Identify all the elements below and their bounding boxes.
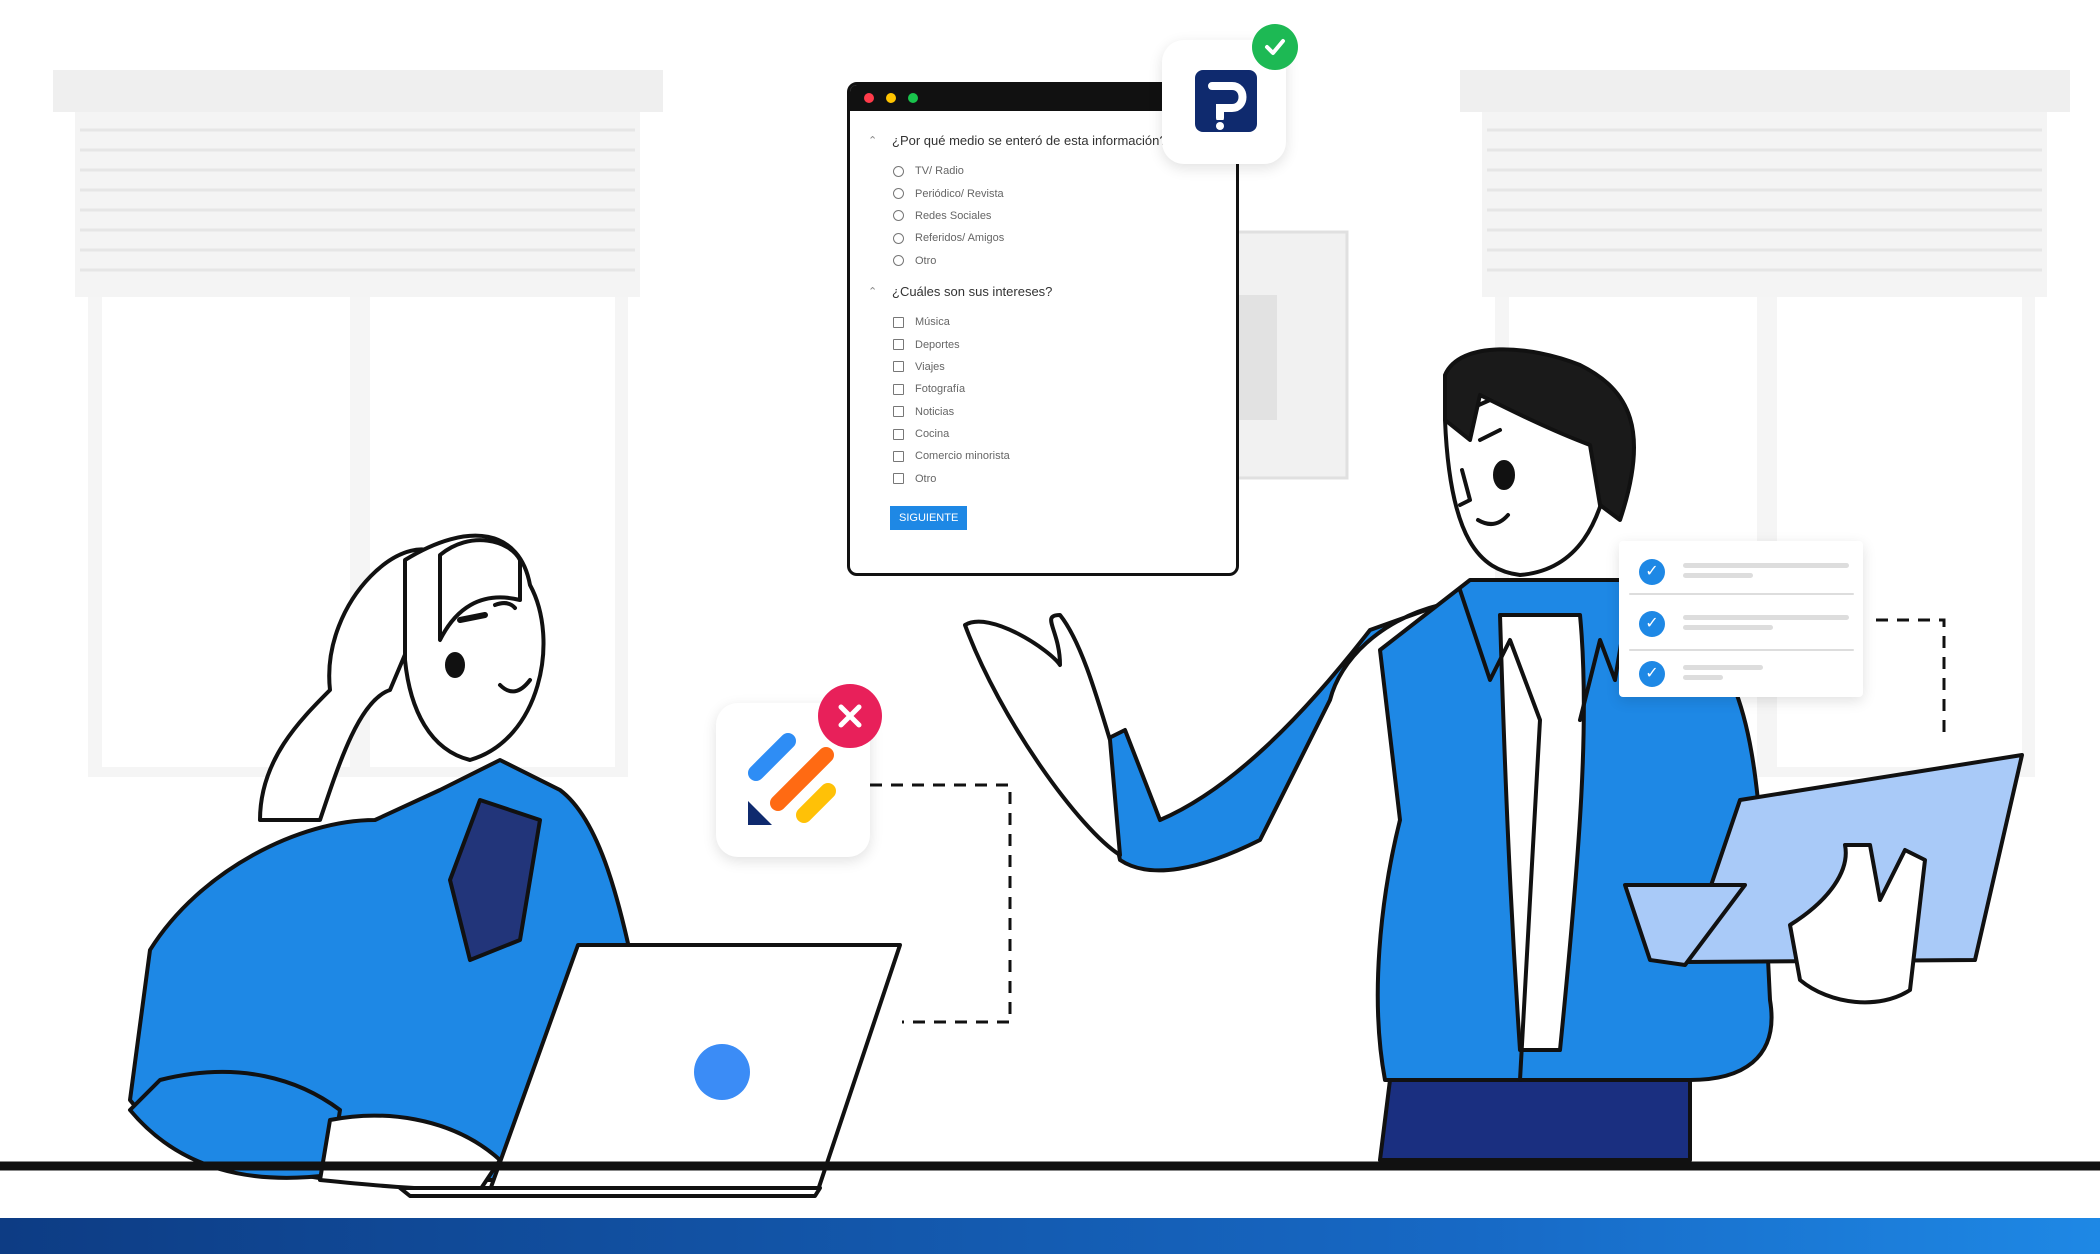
option-label: Periódico/ Revista (915, 187, 1004, 200)
option-label: Deportes (915, 338, 960, 351)
close-window-dot[interactable] (864, 93, 874, 103)
checklist-card: ✓ ✓ ✓ (1619, 541, 1863, 697)
checkbox[interactable] (893, 316, 904, 328)
checkbox[interactable] (893, 339, 904, 351)
radio-option[interactable]: Redes Sociales (868, 205, 1218, 227)
checkbox-option[interactable]: Otro (868, 468, 1218, 490)
check-icon: ✓ (1639, 559, 1665, 585)
radio-option[interactable]: Periódico/ Revista (868, 182, 1218, 204)
placeholder-line (1683, 615, 1849, 620)
option-label: Referidos/ Amigos (915, 232, 1005, 245)
checklist-item: ✓ (1639, 603, 1849, 643)
radio-group-source: TV/ Radio Periódico/ Revista Redes Socia… (868, 160, 1218, 272)
radio-option[interactable]: Otro (868, 250, 1218, 272)
option-label: Otro (915, 254, 937, 267)
checkbox-option[interactable]: Viajes (868, 356, 1218, 378)
radio-button[interactable] (893, 210, 904, 222)
question-label: ¿Por qué medio se enteró de esta informa… (892, 133, 1167, 148)
minimize-window-dot[interactable] (886, 93, 896, 103)
collapse-icon[interactable]: ⌃ (868, 134, 892, 147)
checkbox-option[interactable]: Comercio minorista (868, 445, 1218, 467)
placeholder-line (1683, 563, 1849, 568)
question-label: ¿Cuáles son sus intereses? (892, 283, 1053, 299)
option-label: Otro (915, 472, 937, 485)
option-label: Comercio minorista (915, 450, 1010, 463)
placeholder-line (1683, 675, 1723, 680)
placeholder-line (1683, 573, 1753, 578)
option-label: Redes Sociales (915, 209, 992, 222)
option-label: TV/ Radio (915, 165, 964, 178)
checkbox-option[interactable]: Deportes (868, 333, 1218, 355)
footer-band (0, 1218, 2100, 1254)
checkbox[interactable] (893, 450, 904, 462)
placeholder-line (1683, 665, 1763, 670)
checkbox-option[interactable]: Noticias (868, 401, 1218, 423)
question-interests: ⌃ ¿Cuáles son sus intereses? (868, 284, 1218, 299)
collapse-icon[interactable]: ⌃ (868, 285, 892, 298)
option-label: Fotografía (915, 383, 966, 396)
checklist-item: ✓ (1639, 551, 1849, 591)
checkbox-option[interactable]: Cocina (868, 423, 1218, 445)
close-icon (818, 684, 882, 748)
checkbox[interactable] (893, 383, 904, 395)
divider (1629, 593, 1854, 595)
radio-button[interactable] (893, 255, 904, 267)
checkbox-option[interactable]: Fotografía (868, 378, 1218, 400)
checkbox[interactable] (893, 473, 904, 485)
divider (1629, 649, 1854, 651)
maximize-window-dot[interactable] (908, 93, 918, 103)
option-label: Música (915, 316, 950, 329)
radio-button[interactable] (893, 188, 904, 200)
option-label: Viajes (915, 360, 945, 373)
option-label: Cocina (915, 428, 950, 441)
checkbox[interactable] (893, 361, 904, 373)
checkbox-option[interactable]: Música (868, 311, 1218, 333)
radio-button[interactable] (893, 232, 904, 244)
checkbox[interactable] (893, 428, 904, 440)
checklist-item: ✓ (1639, 653, 1849, 693)
check-icon (1252, 24, 1298, 70)
radio-button[interactable] (893, 165, 904, 177)
check-icon: ✓ (1639, 611, 1665, 637)
checkbox[interactable] (893, 406, 904, 418)
checkbox-group-interests: Música Deportes Viajes Fotografía Notici… (868, 311, 1218, 490)
option-label: Noticias (915, 405, 955, 418)
placeholder-line (1683, 625, 1773, 630)
next-button[interactable]: SIGUIENTE (890, 506, 968, 531)
check-icon: ✓ (1639, 661, 1665, 687)
form-body: ⌃ ¿Por qué medio se enteró de esta infor… (850, 111, 1236, 531)
radio-option[interactable]: Referidos/ Amigos (868, 227, 1218, 249)
